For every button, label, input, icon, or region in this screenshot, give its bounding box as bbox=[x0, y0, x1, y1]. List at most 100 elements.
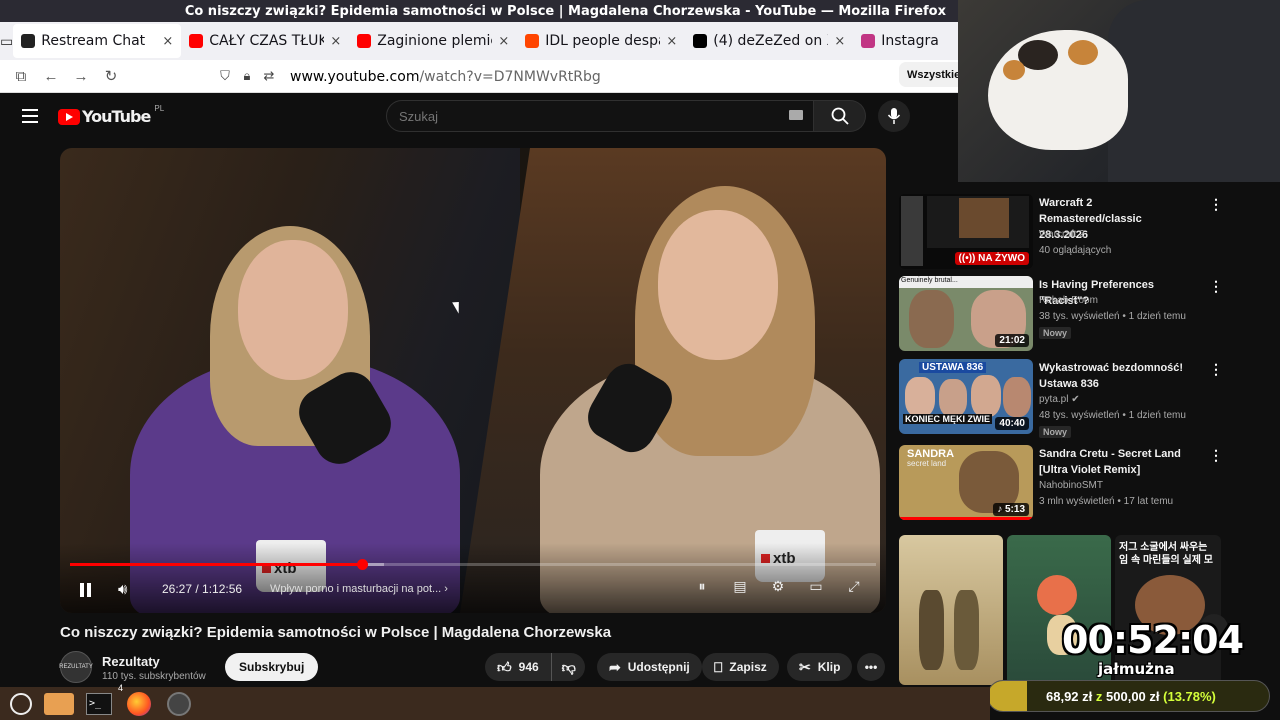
firefox-icon bbox=[127, 691, 151, 716]
video-thumbnail[interactable]: USTAWA 836 KONIEC MĘKI ZWIE 40:40 bbox=[899, 359, 1033, 434]
lock-icon[interactable]: 🔒︎ bbox=[236, 69, 258, 84]
webcam-overlay bbox=[958, 0, 1280, 182]
url-text[interactable]: www.youtube.com/watch?v=D7NMWvRtRbg bbox=[290, 69, 601, 85]
recommendation-title[interactable]: Wykastrować bezdomność! Ustawa 836 bbox=[1039, 360, 1189, 392]
close-tab-icon[interactable]: × bbox=[162, 34, 173, 49]
close-tab-icon[interactable]: × bbox=[834, 34, 845, 49]
shield-icon[interactable]: ⛉ bbox=[214, 69, 236, 84]
start-menu-button[interactable] bbox=[2, 689, 36, 719]
more-options-icon[interactable]: ⋮ bbox=[1209, 196, 1223, 213]
x-icon bbox=[693, 34, 708, 48]
recommendation-meta: 38 tys. wyświetleń • 1 dzień temu bbox=[1039, 311, 1186, 322]
new-badge: Nowy bbox=[1039, 426, 1072, 438]
youtube-logo-text: YouTube bbox=[82, 107, 151, 126]
recommendation-item[interactable]: USTAWA 836 KONIEC MĘKI ZWIE 40:40 Wykast… bbox=[899, 359, 1229, 438]
menu-icon[interactable] bbox=[22, 109, 38, 127]
recommendation-title[interactable]: Sandra Cretu - Secret Land [Ultra Violet… bbox=[1039, 446, 1189, 478]
new-tab-icon[interactable]: ⧉ bbox=[6, 68, 36, 85]
tab-list-button[interactable]: ▭ bbox=[0, 22, 13, 60]
url-domain: www.youtube.com bbox=[290, 68, 420, 85]
autoplay-toggle-icon[interactable]: ⏸ bbox=[692, 578, 712, 595]
close-tab-icon[interactable]: × bbox=[666, 34, 677, 49]
recommendation-channel[interactable]: Warcraft 2 bbox=[1039, 227, 1085, 243]
chapter-title[interactable]: Wpływ porno i masturbacji na pot... › bbox=[270, 583, 448, 595]
search-button[interactable] bbox=[814, 100, 866, 132]
video-thumbnail[interactable]: SANDRA secret land ♪ 5:13 bbox=[899, 445, 1033, 520]
window-count: 4 bbox=[118, 682, 124, 693]
youtube-logo[interactable]: YouTube PL bbox=[58, 104, 164, 126]
goal-text: 68,92 zł z 500,00 zł (13.78%) bbox=[1046, 689, 1216, 704]
browser-tab[interactable]: Zaginione plemię - × bbox=[349, 24, 517, 58]
tabs: Restream Chat×CAŁY CZAS TŁUKŁC×Zaginione… bbox=[13, 24, 1021, 58]
browser-tab[interactable]: IDL people despair × bbox=[517, 24, 685, 58]
channel-name[interactable]: Rezultaty bbox=[102, 654, 160, 669]
video-duration: 21:02 bbox=[995, 334, 1029, 347]
theater-mode-icon[interactable]: ▭ bbox=[806, 578, 826, 595]
recommendation-item[interactable]: ((•)) NA ŻYWO Warcraft 2 Remastered/clas… bbox=[899, 194, 1229, 272]
browser-tab[interactable]: Restream Chat × bbox=[13, 24, 182, 58]
firefox-button[interactable]: 4 bbox=[118, 683, 156, 719]
like-button[interactable]: 👍︎ 946 bbox=[485, 653, 552, 681]
recommendation-item[interactable]: Genuinely brutal... 21:02 Is Having Pref… bbox=[899, 276, 1229, 354]
timer-label: jałmużna bbox=[1098, 660, 1175, 678]
tab-label: IDL people despair bbox=[545, 33, 660, 49]
save-button[interactable]: ⎕ Zapisz bbox=[702, 653, 779, 681]
couch bbox=[1108, 0, 1280, 182]
close-tab-icon[interactable]: × bbox=[498, 34, 509, 49]
goal-percent: (13.78%) bbox=[1163, 689, 1216, 704]
more-options-icon[interactable]: ⋮ bbox=[1209, 361, 1223, 378]
tab-label: (4) deZeZed on X: ' bbox=[713, 33, 828, 49]
subscribe-button[interactable]: Subskrybuj bbox=[225, 653, 319, 681]
more-options-icon[interactable]: ⋮ bbox=[1209, 447, 1223, 464]
recommendation-item[interactable]: SANDRA secret land ♪ 5:13 Sandra Cretu -… bbox=[899, 445, 1229, 523]
volume-icon[interactable]: 🔊︎ bbox=[118, 581, 127, 598]
clip-button[interactable]: ✂ Klip bbox=[787, 653, 853, 681]
permissions-icon[interactable]: ⇄ bbox=[258, 69, 280, 84]
menu-icon bbox=[9, 692, 32, 715]
terminal-icon: >_ bbox=[86, 692, 112, 715]
navigation-bar: ⧉ ← → ↻ ⛉ 🔒︎ ⇄ www.youtube.com/watch?v=D… bbox=[0, 60, 958, 93]
more-actions-button[interactable]: ••• bbox=[857, 653, 885, 681]
restream-icon bbox=[21, 34, 36, 48]
obs-icon bbox=[167, 691, 191, 716]
dislike-button[interactable]: 👎︎ bbox=[552, 659, 586, 676]
recommendation-meta: 3 mln wyświetleń • 17 lat temu bbox=[1039, 496, 1174, 507]
close-tab-icon[interactable]: × bbox=[330, 34, 341, 49]
video-thumbnail[interactable]: ((•)) NA ŻYWO bbox=[899, 194, 1033, 269]
recommendation-channel[interactable]: Rehab Room bbox=[1039, 293, 1098, 309]
fullscreen-icon[interactable]: ⤢ bbox=[844, 578, 864, 595]
more-options-icon[interactable]: ⋮ bbox=[1209, 278, 1223, 295]
subtitles-icon[interactable]: ▤ bbox=[730, 578, 750, 595]
channel-avatar[interactable]: REZULTATY bbox=[59, 651, 93, 683]
shorts-thumbnail[interactable] bbox=[1007, 535, 1111, 685]
recommendation-channel[interactable]: NahobinoSMT bbox=[1039, 478, 1103, 494]
settings-icon[interactable]: ⚙ bbox=[768, 578, 788, 595]
time-display: 26:27 / 1:12:56 bbox=[162, 582, 243, 596]
url-bar[interactable]: ⛉ 🔒︎ ⇄ www.youtube.com/watch?v=D7NMWvRtR… bbox=[214, 63, 958, 90]
video-player[interactable]: xtb xtb 🔊︎ 26:27 / 1:12:56 Wpływ porno i… bbox=[60, 148, 886, 613]
browser-tab[interactable]: (4) deZeZed on X: ' × bbox=[685, 24, 853, 58]
browser-tab[interactable]: CAŁY CZAS TŁUKŁC × bbox=[181, 24, 349, 58]
back-button[interactable]: ← bbox=[36, 68, 66, 85]
voice-search-button[interactable] bbox=[878, 100, 910, 132]
forward-button[interactable]: → bbox=[66, 68, 96, 85]
share-button[interactable]: ➦ Udostępnij bbox=[597, 653, 702, 681]
goal-current: 68,92 zł bbox=[1046, 689, 1093, 704]
search-input[interactable] bbox=[387, 101, 767, 131]
obs-button[interactable] bbox=[162, 689, 196, 719]
keyboard-icon[interactable] bbox=[789, 110, 803, 120]
pause-icon[interactable] bbox=[79, 583, 93, 597]
progress-bar[interactable] bbox=[70, 559, 876, 570]
terminal-button[interactable]: >_ bbox=[82, 689, 116, 719]
reload-button[interactable]: ↻ bbox=[96, 67, 126, 85]
tab-label: Restream Chat bbox=[41, 33, 146, 49]
recommendation-channel[interactable]: pyta.pl ✔ bbox=[1039, 392, 1080, 408]
shorts-thumbnail[interactable] bbox=[899, 535, 1003, 685]
new-badge: Nowy bbox=[1039, 327, 1072, 339]
youtube-play-icon bbox=[58, 108, 80, 125]
live-badge: ((•)) NA ŻYWO bbox=[954, 252, 1029, 265]
video-thumbnail[interactable]: Genuinely brutal... 21:02 bbox=[899, 276, 1033, 351]
search-box bbox=[386, 100, 814, 132]
file-manager-button[interactable] bbox=[42, 689, 76, 719]
donation-goal-bar: 68,92 zł z 500,00 zł (13.78%) bbox=[987, 680, 1270, 712]
